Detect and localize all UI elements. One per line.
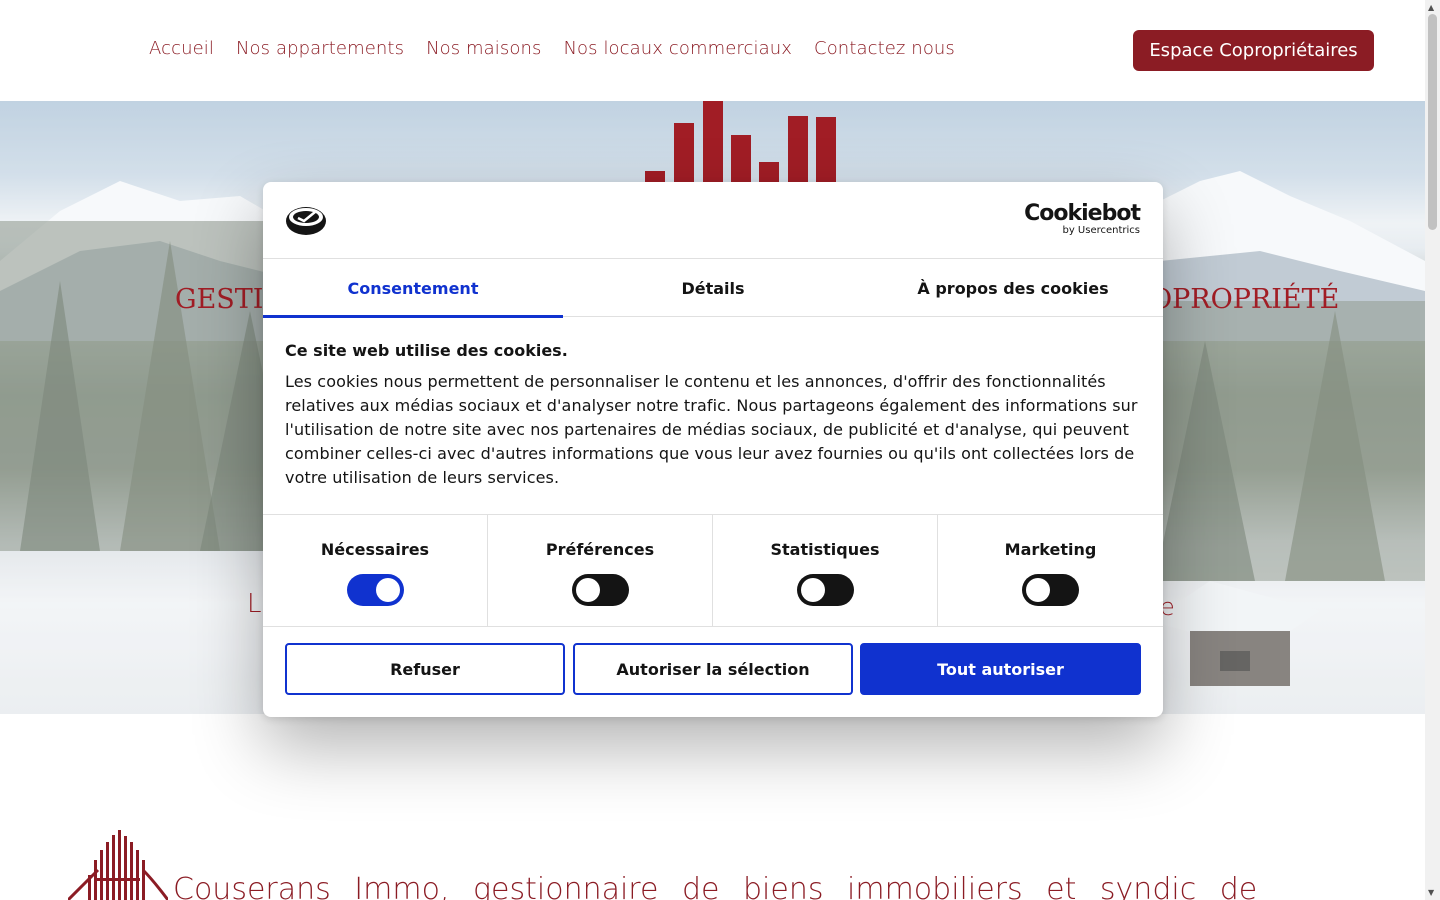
toggle-knob [375, 578, 400, 602]
dialog-description: Les cookies nous permettent de personnal… [285, 372, 1138, 487]
nav-accueil[interactable]: Accueil [149, 38, 214, 59]
cookiebot-brand-name: Cookiebot [1024, 201, 1141, 226]
tab-details[interactable]: Détails [563, 259, 863, 317]
toggle-label-preferences: Préférences [545, 540, 655, 559]
scroll-down-arrow-icon[interactable]: ▼ [1428, 888, 1434, 897]
toggle-statistiques[interactable] [796, 574, 854, 606]
site-header: Accueil Nos appartements Nos maisons Nos… [0, 0, 1425, 101]
intro-logo [68, 830, 168, 900]
page-scrollbar[interactable]: ▲ ▼ [1425, 0, 1440, 900]
scroll-up-arrow-icon[interactable]: ▲ [1428, 3, 1434, 12]
allow-selection-button[interactable]: Autoriser la sélection [573, 643, 853, 695]
dialog-body: Ce site web utilise des cookies. Les coo… [285, 318, 1141, 490]
toggle-knob [800, 578, 825, 602]
tab-about-cookies[interactable]: À propos des cookies [863, 259, 1163, 317]
dialog-tabs: Consentement Détails À propos des cookie… [263, 259, 1163, 318]
nav-locaux-commerciaux[interactable]: Nos locaux commerciaux [563, 38, 792, 59]
toggle-group-necessaires: Nécessaires [263, 515, 488, 627]
cookie-consent-dialog: Cookiebot by Usercentrics Consentement D… [263, 182, 1163, 717]
cookiebot-brand-by: by Usercentrics [1062, 225, 1140, 236]
toggle-label-statistiques: Statistiques [770, 540, 880, 559]
nav-contact[interactable]: Contactez nous [814, 38, 955, 59]
toggle-group-marketing: Marketing [938, 515, 1163, 627]
dialog-header: Cookiebot by Usercentrics [263, 182, 1163, 259]
toggle-knob [575, 578, 600, 602]
brand-logo [645, 101, 836, 183]
page: Accueil Nos appartements Nos maisons Nos… [0, 0, 1440, 900]
tab-consentement[interactable]: Consentement [263, 259, 563, 318]
dialog-heading: Ce site web utilise des cookies. [285, 341, 568, 360]
toggle-group-preferences: Préférences [488, 515, 713, 627]
cookiebot-mark-icon [286, 207, 326, 235]
hero-title-end: OPROPRIÉTÉ [1150, 284, 1340, 315]
consent-toggles: Nécessaires Préférences Statistiques Mar… [263, 514, 1163, 627]
toggle-necessaires[interactable] [346, 574, 404, 606]
hero-title: GESTI [175, 284, 264, 315]
toggle-knob [1026, 578, 1050, 602]
toggle-label-marketing: Marketing [1004, 540, 1097, 559]
refuse-button[interactable]: Refuser [285, 643, 565, 695]
cookiebot-logo: Cookiebot by Usercentrics [1024, 201, 1141, 237]
main-nav: Accueil Nos appartements Nos maisons Nos… [149, 38, 955, 59]
toggle-group-statistiques: Statistiques [713, 515, 938, 627]
toggle-label-necessaires: Nécessaires [320, 540, 430, 559]
toggle-marketing[interactable] [1022, 574, 1079, 606]
toggle-preferences[interactable] [571, 574, 629, 606]
nav-maisons[interactable]: Nos maisons [426, 38, 541, 59]
owner-space-button[interactable]: Espace Copropriétaires [1133, 30, 1374, 71]
intro-text: Couserans Immo, gestionnaire de biens im… [173, 872, 1258, 900]
hero-subtitle: L [247, 589, 262, 619]
dialog-actions: Refuser Autoriser la sélection Tout auto… [285, 643, 1141, 695]
scroll-thumb[interactable] [1428, 14, 1437, 230]
allow-all-button[interactable]: Tout autoriser [860, 643, 1141, 695]
nav-appartements[interactable]: Nos appartements [236, 38, 404, 59]
